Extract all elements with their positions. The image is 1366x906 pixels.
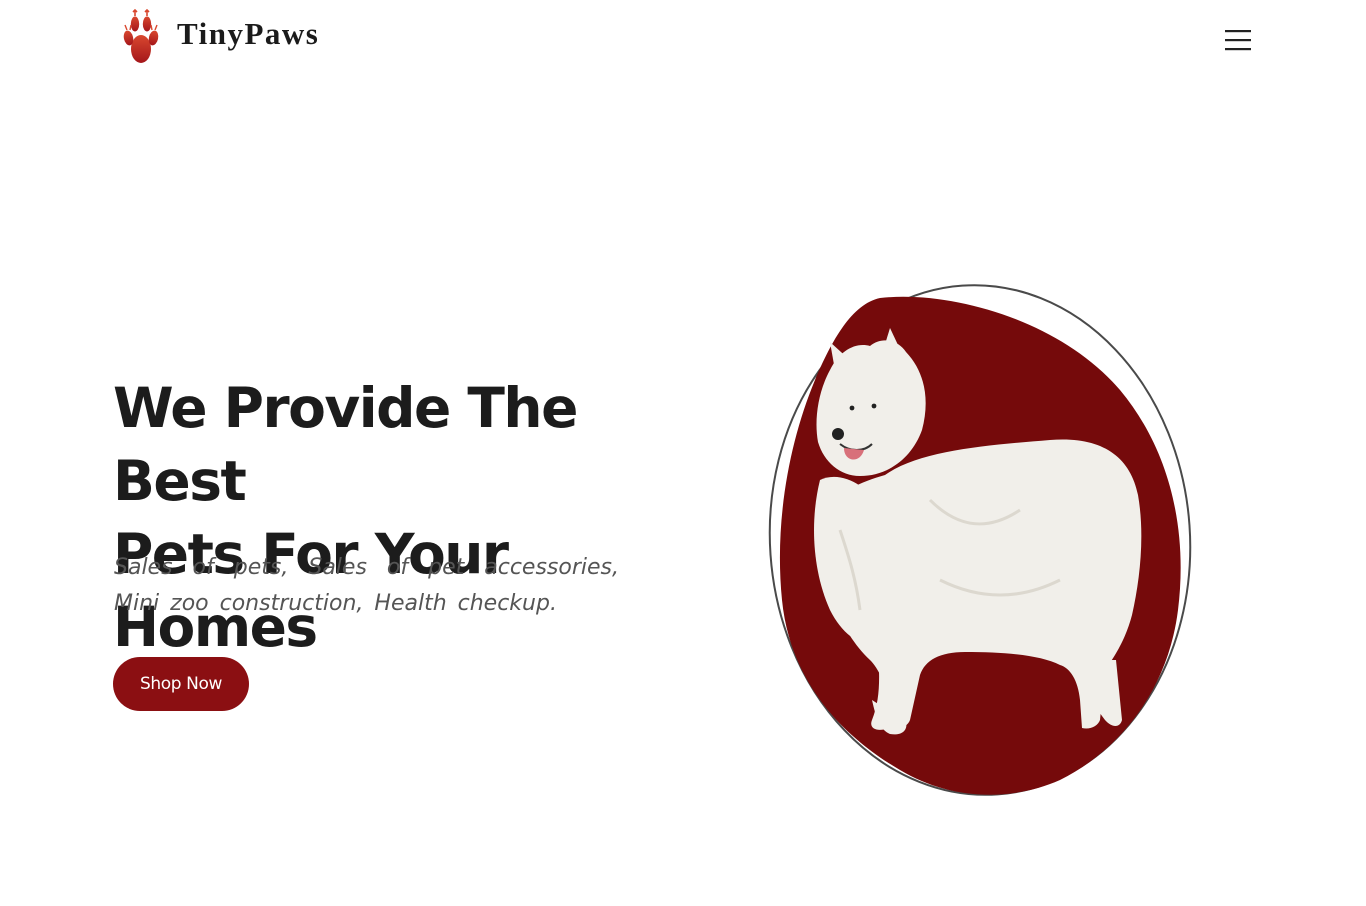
brand-link[interactable]: TinyPaws [122,8,319,66]
paw-icon [123,8,159,63]
dog-nose [832,428,844,440]
navbar: TinyPaws [0,0,1366,80]
brand-name: TinyPaws [177,16,320,51]
menu-toggle-button[interactable] [1220,26,1256,54]
hero-illustration [760,280,1200,805]
hero-subtitle: Sales of pets, Sales of pet accessories,… [114,555,619,616]
hamburger-icon [1225,30,1251,51]
hero-title-line-1: We Provide The Best [113,376,578,513]
dog-eye-left [849,405,855,411]
dog-eye-right [871,403,877,409]
shop-now-button[interactable]: Shop Now [113,657,249,711]
